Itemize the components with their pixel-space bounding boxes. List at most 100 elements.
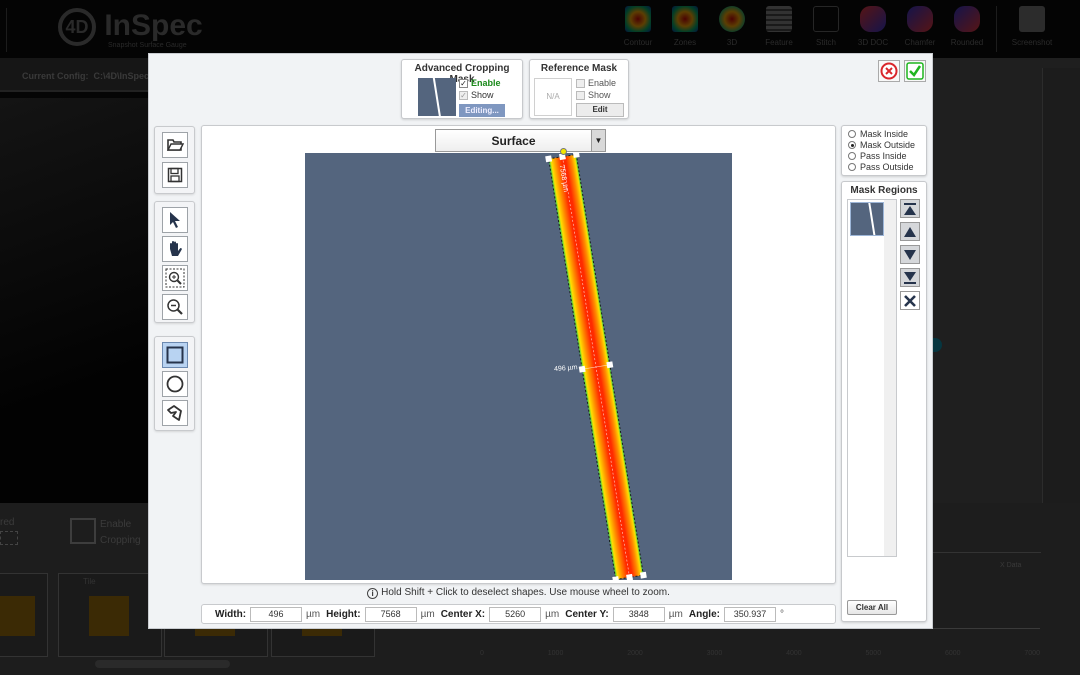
resize-handle[interactable] <box>606 361 614 369</box>
contour-map-icon <box>625 6 651 32</box>
toolbar-3d-doc[interactable]: 3D DOC <box>855 6 891 52</box>
3d-surface-icon <box>719 6 745 32</box>
resize-handle[interactable] <box>612 576 620 580</box>
toolbar-feature[interactable]: Feature <box>761 6 797 52</box>
toolbar-rounded[interactable]: Rounded <box>949 6 985 52</box>
advanced-cropping-mask-group: Advanced Cropping Mask ✓ Enable ✓ Show E… <box>401 59 523 119</box>
ok-button[interactable] <box>904 60 926 82</box>
regions-scrollbar[interactable] <box>884 200 896 556</box>
open-button[interactable] <box>162 132 188 158</box>
radio-mask-inside[interactable]: Mask Inside <box>848 129 908 139</box>
unit-label: µm <box>420 608 435 620</box>
toolbar-chamfer[interactable]: Chamfer <box>902 6 938 52</box>
thumbnails-scrollbar[interactable] <box>95 660 230 668</box>
reference-preview: N/A <box>534 78 572 116</box>
printer-icon <box>1019 6 1045 32</box>
thumbnail[interactable] <box>0 573 48 657</box>
radio-mask-outside[interactable]: Mask Outside <box>848 140 915 150</box>
stitch-icon <box>813 6 839 32</box>
checkbox-icon[interactable]: ✓ <box>459 90 468 100</box>
center-y-input[interactable]: 3848 <box>612 606 665 622</box>
background-chart-frame <box>931 552 1041 553</box>
toolbar-stitch[interactable]: Stitch <box>808 6 844 52</box>
background-chart-legend: X Data <box>1000 562 1022 569</box>
zoom-region-button[interactable] <box>162 265 188 291</box>
hint-text: i Hold Shift + Click to deselect shapes. … <box>201 587 836 599</box>
close-icon <box>904 294 916 307</box>
rectangle-tool-button[interactable] <box>162 342 188 368</box>
radio-icon[interactable] <box>848 152 856 160</box>
resize-handle[interactable] <box>572 153 580 158</box>
width-label: Width: <box>215 608 247 620</box>
clear-all-button[interactable]: Clear All <box>847 600 897 615</box>
resize-handle[interactable] <box>639 571 647 579</box>
save-button[interactable] <box>162 162 188 188</box>
ellipse-tool-button[interactable] <box>162 371 188 397</box>
height-input[interactable]: 7568 <box>364 606 417 622</box>
reference-mask-group: Reference Mask N/A Enable Show Edit <box>529 59 629 119</box>
resize-handle[interactable] <box>626 573 633 580</box>
edit-reference-button[interactable]: Edit <box>576 103 624 117</box>
radio-icon[interactable] <box>848 130 856 138</box>
checkbox-icon[interactable] <box>576 90 585 100</box>
group-title: Reference Mask <box>540 63 618 74</box>
degree-unit-label: ° <box>779 608 784 620</box>
move-bottom-icon <box>904 271 916 284</box>
resize-handle[interactable] <box>545 155 553 163</box>
current-config: Current Config: C:\4D\InSpec <box>22 71 150 81</box>
pan-tool-button[interactable] <box>162 236 188 262</box>
width-input[interactable]: 496 <box>250 606 303 622</box>
group-title: Mask Regions <box>850 185 918 196</box>
center-x-input[interactable]: 5260 <box>489 606 542 622</box>
save-disk-icon <box>167 167 183 183</box>
divider <box>6 8 7 52</box>
radio-pass-inside[interactable]: Pass Inside <box>848 151 907 161</box>
acm-show-checkbox[interactable]: ✓ Show <box>459 90 494 100</box>
thumbnail[interactable]: Tile <box>58 573 162 657</box>
select-tool-button[interactable] <box>162 207 188 233</box>
checkbox-icon[interactable]: ✓ <box>459 78 468 88</box>
zones-map-icon <box>672 6 698 32</box>
polygon-tool-button[interactable] <box>162 400 188 426</box>
checkbox-icon[interactable] <box>576 78 585 88</box>
cancel-icon <box>880 62 898 80</box>
zoom-out-button[interactable] <box>162 294 188 320</box>
editing-button[interactable]: Editing... <box>459 104 505 117</box>
mask-overlay[interactable]: 7568 µm 496 µm <box>305 153 732 580</box>
surface-image-view[interactable]: 7568 µm 496 µm <box>305 153 732 580</box>
resize-handle[interactable] <box>578 365 586 373</box>
acm-enable-checkbox[interactable]: ✓ Enable <box>459 78 501 88</box>
toolbar-contour[interactable]: Contour <box>620 6 656 52</box>
logo-badge: 4D <box>58 8 96 46</box>
3d-doc-icon <box>860 6 886 32</box>
toolbar-3d[interactable]: 3D <box>714 6 750 52</box>
move-to-top-button[interactable] <box>900 199 920 218</box>
mask-regions-list[interactable] <box>847 199 897 557</box>
divider <box>996 6 997 52</box>
zoom-region-icon <box>165 268 185 288</box>
radio-pass-outside[interactable]: Pass Outside <box>848 162 914 172</box>
mask-canvas-panel: Surface ▼ 7568 µm 496 µm <box>201 125 836 584</box>
angle-input[interactable]: 350.937 <box>723 606 776 622</box>
rectangle-shape-icon <box>166 346 184 364</box>
rotation-handle[interactable] <box>560 148 567 155</box>
radio-icon[interactable] <box>848 163 856 171</box>
radio-icon[interactable] <box>848 141 856 149</box>
toolbar-zones[interactable]: Zones <box>667 6 703 52</box>
masked-button-label: red <box>0 517 15 528</box>
move-down-button[interactable] <box>900 245 920 264</box>
ref-enable-checkbox[interactable]: Enable <box>576 78 616 88</box>
cancel-button[interactable] <box>878 60 900 82</box>
list-item[interactable] <box>850 202 884 236</box>
view-select[interactable]: Surface ▼ <box>435 129 606 152</box>
delete-region-button[interactable] <box>900 291 920 310</box>
enable-cropping-label[interactable]: Enable Cropping <box>100 517 141 549</box>
chevron-down-icon[interactable]: ▼ <box>591 130 605 151</box>
move-to-bottom-button[interactable] <box>900 268 920 287</box>
toolbar-screenshot[interactable]: Screenshot <box>1008 6 1056 52</box>
move-up-button[interactable] <box>900 222 920 241</box>
arrow-pointer-icon <box>170 212 180 228</box>
center-x-label: Center X: <box>440 608 486 620</box>
background-view <box>0 98 148 503</box>
ref-show-checkbox[interactable]: Show <box>576 90 611 100</box>
